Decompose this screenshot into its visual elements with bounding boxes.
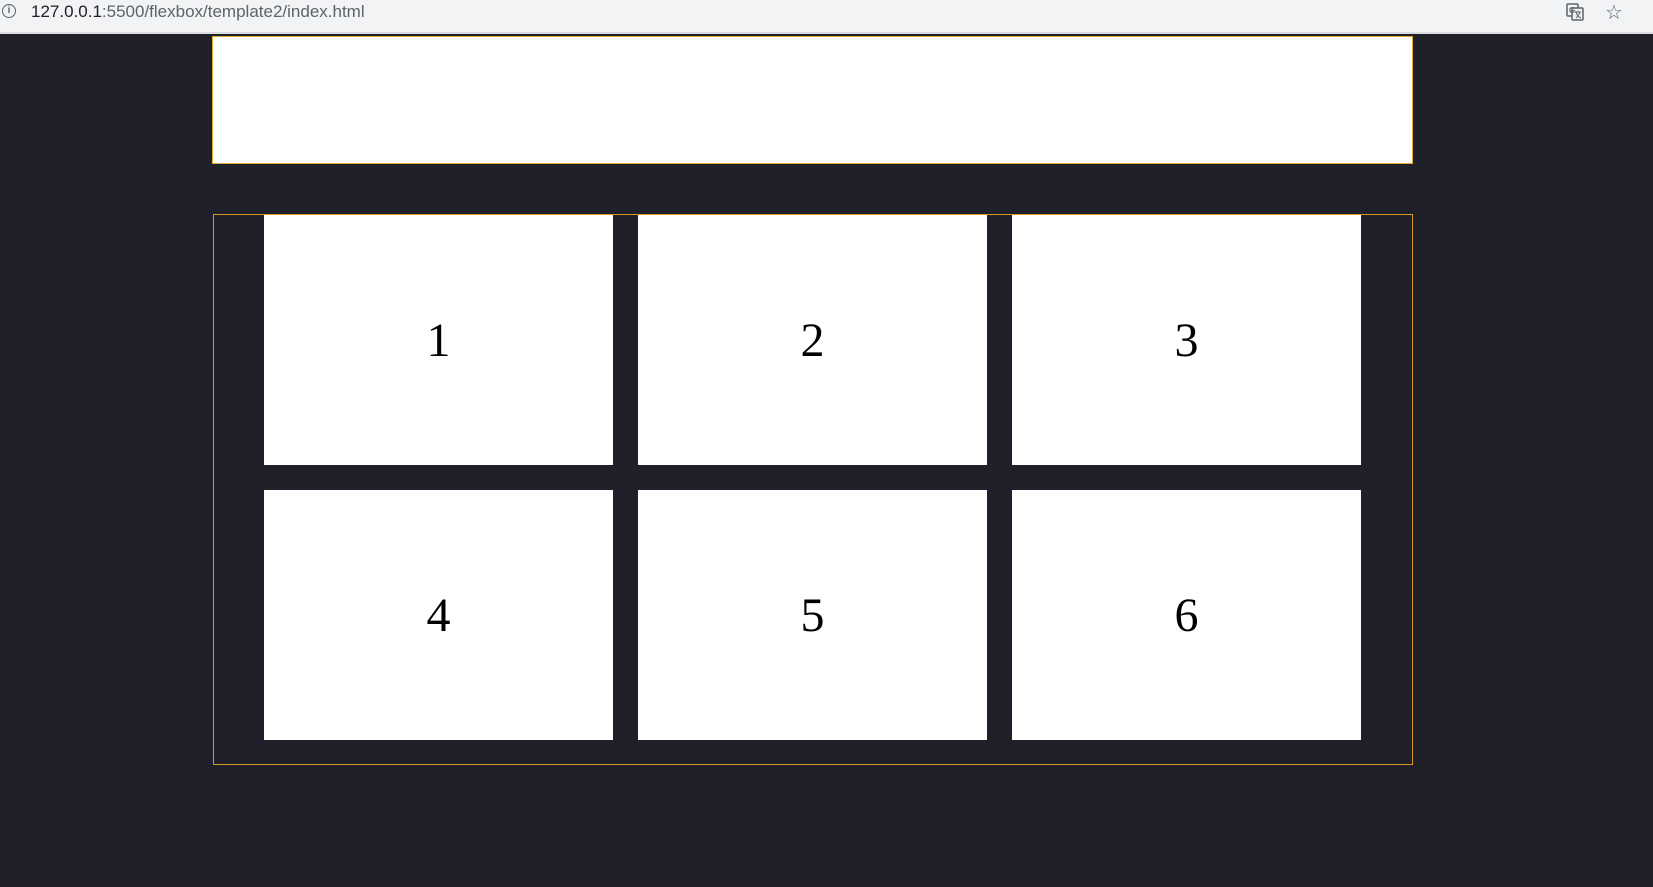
url-host: 127.0.0.1 (31, 2, 102, 21)
header-box (212, 36, 1413, 164)
grid-container: 1 2 3 4 5 6 (213, 214, 1413, 765)
grid-item-4: 4 (264, 490, 613, 740)
star-icon[interactable]: ☆ (1605, 1, 1623, 23)
url-path: :5500/flexbox/template2/index.html (101, 2, 365, 21)
address-bar[interactable]: i 127.0.0.1:5500/flexbox/template2/index… (0, 0, 1653, 34)
grid-item-3: 3 (1012, 215, 1361, 465)
grid-item-1: 1 (264, 215, 613, 465)
grid-item-6: 6 (1012, 490, 1361, 740)
info-icon[interactable]: i (2, 4, 16, 18)
url-field[interactable]: 127.0.0.1:5500/flexbox/template2/index.h… (31, 1, 365, 23)
grid-item-5: 5 (638, 490, 987, 740)
translate-icon[interactable]: G (1566, 3, 1584, 21)
grid-item-2: 2 (638, 215, 987, 465)
svg-text:G: G (1569, 6, 1575, 15)
